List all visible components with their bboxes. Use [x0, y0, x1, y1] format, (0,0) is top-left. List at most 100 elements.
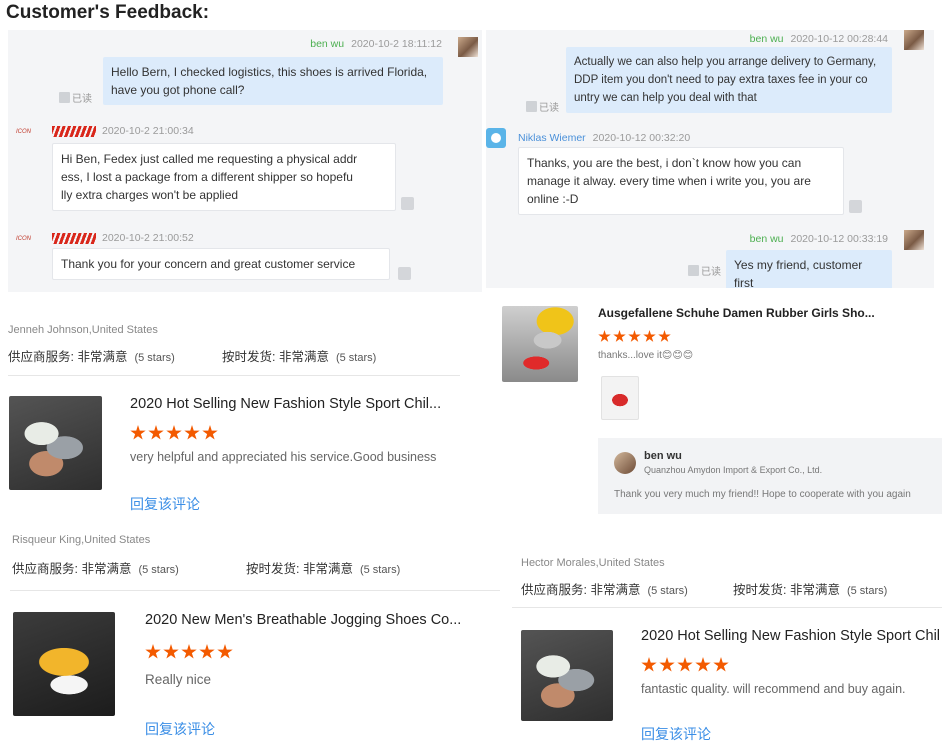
message-action-icon[interactable] [401, 197, 414, 210]
message-action-icon[interactable] [849, 200, 862, 213]
reviewer-name: Jenneh Johnson,United States [8, 324, 158, 336]
seller-avatar [614, 452, 636, 474]
divider [512, 607, 942, 608]
message-line: Actually we can also help you arrange de… [574, 56, 877, 68]
seller-company: Quanzhou Amydon Import & Export Co., Ltd… [644, 465, 823, 475]
message-line: DDP item you don't need to pay extra tax… [574, 74, 868, 86]
sender-avatar [458, 37, 478, 57]
reply-comment-link[interactable]: 回复该评论 [145, 719, 215, 739]
star-icon [677, 657, 693, 672]
star-icon [643, 330, 656, 342]
star-icon [658, 330, 671, 342]
message-line: untry we can help you deal with that [574, 92, 757, 104]
product-image[interactable] [9, 396, 102, 490]
message-meta: ben wu 2020-10-12 00:33:19 [750, 233, 888, 245]
divider [10, 590, 500, 591]
message-meta: 2020-10-2 21:00:52 [102, 232, 194, 244]
review-comment: very helpful and appreciated his service… [130, 450, 437, 464]
message-meta: ben wu 2020-10-12 00:28:44 [750, 33, 888, 45]
sender-name: ben wu [749, 33, 784, 45]
message-time: 2020-10-2 18:11:12 [351, 38, 442, 50]
star-rating [145, 644, 235, 664]
message-line: Yes my friend, customer first [734, 258, 863, 288]
seller-reply-text: Thank you very much my friend!! Hope to … [614, 489, 911, 500]
product-image[interactable] [13, 612, 115, 716]
sender-avatar [904, 230, 924, 250]
divider [8, 375, 460, 376]
reviewer-name: Hector Morales,United States [521, 557, 665, 569]
message-line: online :-D [527, 192, 579, 206]
user-avatar-icon [486, 128, 506, 148]
review-comment: fantastic quality. will recommend and bu… [641, 682, 906, 696]
product-title[interactable]: Ausgefallene Schuhe Damen Rubber Girls S… [598, 306, 938, 320]
seller-reply-box: ben wu Quanzhou Amydon Import & Export C… [598, 438, 942, 514]
review-comment: Really nice [145, 672, 212, 687]
star-icon [217, 644, 233, 659]
star-icon [199, 644, 215, 659]
star-icon [598, 330, 611, 342]
message-meta: ben wu 2020-10-2 18:11:12 [310, 38, 442, 50]
star-icon [163, 644, 179, 659]
message-time: 2020-10-12 00:28:44 [790, 33, 889, 45]
star-icon [713, 657, 729, 672]
product-image[interactable] [502, 306, 578, 382]
message-line: manage it alway. every time when i write… [527, 174, 811, 188]
message-bubble: Thanks, you are the best, i don`t know h… [518, 147, 844, 215]
product-title[interactable]: 2020 Hot Selling New Fashion Style Sport… [641, 628, 942, 644]
supplier-service-rating: 供应商服务: 非常满意 (5 stars) [8, 350, 175, 364]
message-line: Hello Bern, I checked logistics, this sh… [111, 65, 428, 79]
reviewer-name: Risqueur King,United States [12, 534, 151, 546]
message-time: 2020-10-2 21:00:34 [102, 125, 194, 137]
company-logo-icon: ICON [16, 236, 31, 242]
company-logo-icon: ICON [16, 129, 31, 135]
redacted-name [52, 233, 96, 244]
star-icon [641, 657, 657, 672]
sender-name: Niklas Wiemer [518, 132, 586, 144]
on-time-shipping-rating: 按时发货: 非常满意 (5 stars) [246, 562, 401, 576]
star-icon [628, 330, 641, 342]
message-line: Thanks, you are the best, i don`t know h… [527, 156, 802, 170]
review-comment: thanks...love it😊😊😊 [598, 350, 694, 361]
star-icon [130, 425, 146, 440]
message-action-icon[interactable] [398, 267, 411, 280]
on-time-shipping-rating: 按时发货: 非常满意 (5 stars) [733, 583, 888, 597]
product-image[interactable] [521, 630, 613, 721]
read-status: 已读 [688, 263, 721, 278]
message-line: Thank you for your concern and great cus… [61, 257, 356, 271]
message-line: lly extra charges won't be applied [61, 188, 239, 202]
message-meta: 2020-10-2 21:00:34 [102, 125, 194, 137]
chat-panel-right: ben wu 2020-10-12 00:28:44 Actually we ca… [486, 30, 934, 288]
redacted-name [52, 126, 96, 137]
star-icon [202, 425, 218, 440]
chat-panel-left: ben wu 2020-10-2 18:11:12 Hello Bern, I c… [8, 30, 482, 292]
message-line: ess, I lost a package from a different s… [61, 170, 353, 184]
message-bubble: Yes my friend, customer first [726, 250, 892, 288]
star-rating [598, 330, 673, 347]
reply-comment-link[interactable]: 回复该评论 [641, 724, 711, 744]
star-icon [695, 657, 711, 672]
message-bubble: Actually we can also help you arrange de… [566, 47, 892, 113]
message-bubble: Hi Ben, Fedex just called me requesting … [52, 143, 396, 211]
seller-name: ben wu [644, 450, 682, 462]
star-icon [613, 330, 626, 342]
star-rating [130, 425, 220, 445]
message-line: Hi Ben, Fedex just called me requesting … [61, 152, 358, 166]
star-icon [184, 425, 200, 440]
on-time-shipping-rating: 按时发货: 非常满意 (5 stars) [222, 350, 377, 364]
star-rating [641, 657, 731, 677]
product-title[interactable]: 2020 New Men's Breathable Jogging Shoes … [145, 612, 500, 628]
message-time: 2020-10-12 00:32:20 [592, 132, 691, 144]
read-status: 已读 [59, 90, 92, 105]
page-title: Customer's Feedback: [6, 2, 210, 23]
star-icon [181, 644, 197, 659]
review-photo[interactable] [601, 376, 639, 420]
supplier-service-rating: 供应商服务: 非常满意 (5 stars) [12, 562, 179, 576]
message-meta: Niklas Wiemer 2020-10-12 00:32:20 [518, 132, 690, 144]
sender-name: ben wu [749, 233, 784, 245]
message-time: 2020-10-2 21:00:52 [102, 232, 194, 244]
star-icon [659, 657, 675, 672]
message-bubble: Hello Bern, I checked logistics, this sh… [103, 57, 443, 105]
reply-comment-link[interactable]: 回复该评论 [130, 494, 200, 514]
message-time: 2020-10-12 00:33:19 [790, 233, 889, 245]
product-title[interactable]: 2020 Hot Selling New Fashion Style Sport… [130, 396, 460, 412]
